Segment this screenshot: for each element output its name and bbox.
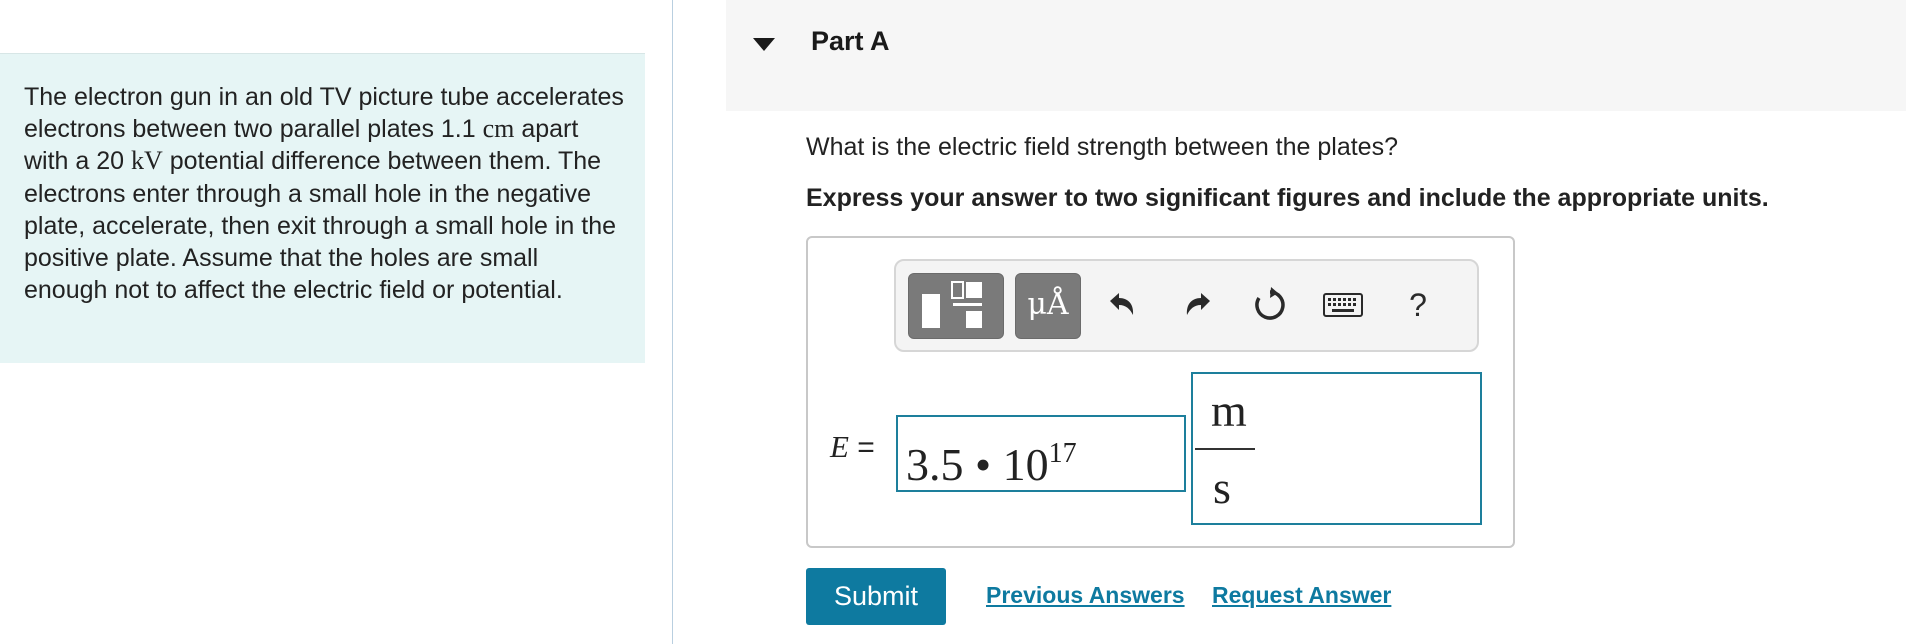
value-mantissa: 3.5 • 10	[906, 439, 1049, 490]
collapse-caret-icon[interactable]	[753, 38, 775, 51]
unit-numerator: m	[1211, 385, 1247, 436]
submit-button[interactable]: Submit	[806, 568, 946, 625]
help-button[interactable]: ?	[1396, 279, 1440, 331]
units-icon: μÅ	[1027, 287, 1069, 322]
problem-unit-cm: cm	[482, 114, 515, 144]
help-icon: ?	[1409, 286, 1427, 323]
previous-answers-link[interactable]: Previous Answers	[986, 582, 1185, 609]
templates-icon	[922, 281, 982, 328]
problem-unit-kv: kV	[131, 146, 163, 176]
variable-symbol: E	[830, 429, 849, 464]
unit-denominator: s	[1213, 462, 1231, 513]
instruction-text: Express your answer to two significant f…	[806, 184, 1769, 212]
column-divider	[672, 0, 673, 644]
part-title: Part A	[811, 26, 890, 56]
units-button[interactable]: μÅ	[1015, 273, 1081, 339]
reset-icon	[1255, 287, 1285, 320]
value-input[interactable]: 3.5 • 1017	[896, 415, 1186, 492]
units-input[interactable]: m s	[1191, 372, 1482, 525]
redo-button[interactable]	[1175, 279, 1219, 331]
answer-variable-label: E =	[830, 429, 875, 465]
value-exponent: 17	[1048, 438, 1077, 469]
request-answer-link[interactable]: Request Answer	[1212, 582, 1391, 609]
part-header[interactable]: Part A	[726, 0, 1906, 111]
keyboard-button[interactable]	[1319, 279, 1367, 331]
equals-sign: =	[848, 431, 875, 464]
keyboard-icon	[1323, 293, 1363, 317]
question-text: What is the electric field strength betw…	[806, 133, 1398, 161]
templates-button[interactable]	[908, 273, 1004, 339]
problem-text: The electron gun in an old TV picture tu…	[24, 81, 624, 306]
undo-icon	[1110, 293, 1134, 315]
answer-box: μÅ ? E = 3.5 • 1017 m s	[806, 236, 1515, 548]
undo-button[interactable]	[1101, 279, 1145, 331]
fraction-bar	[1195, 448, 1255, 450]
redo-icon	[1186, 293, 1210, 315]
problem-statement: The electron gun in an old TV picture tu…	[0, 53, 645, 363]
reset-button[interactable]	[1248, 279, 1292, 331]
math-toolbar: μÅ ?	[894, 259, 1479, 352]
